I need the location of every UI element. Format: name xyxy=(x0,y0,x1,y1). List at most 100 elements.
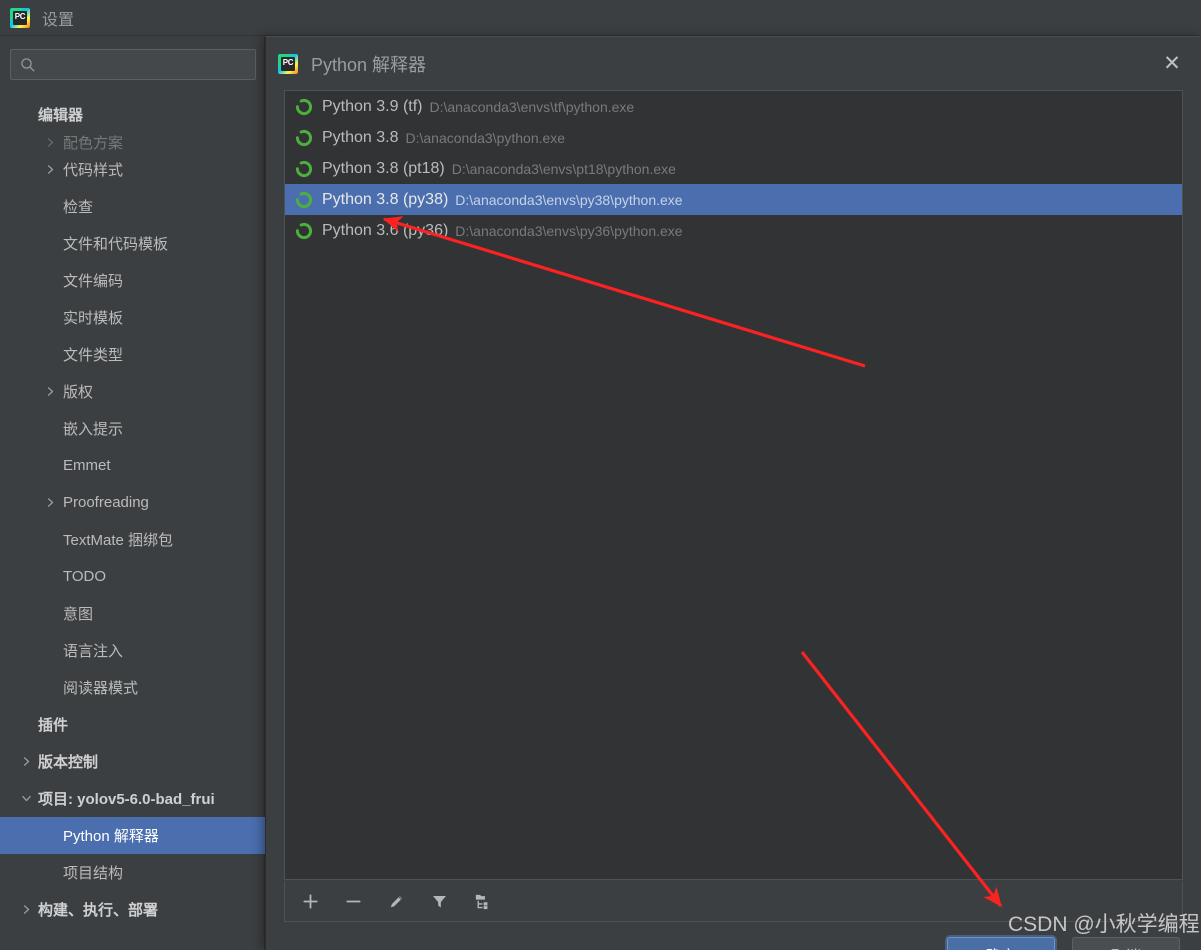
sidebar-item-label: 配色方案 xyxy=(63,134,124,152)
search-input[interactable] xyxy=(36,57,255,72)
chevron-right-icon[interactable] xyxy=(42,162,58,178)
conda-env-icon xyxy=(295,129,313,146)
conda-env-icon xyxy=(295,222,313,239)
sidebar-item-label: 编辑器 xyxy=(38,107,84,124)
sidebar-item[interactable]: TextMate 捆绑包 xyxy=(0,521,265,558)
sidebar-item[interactable]: 文件类型 xyxy=(0,336,265,373)
sidebar-item[interactable]: 文件和代码模板 xyxy=(0,225,265,262)
show-paths-tree-icon xyxy=(475,894,487,909)
settings-sidebar: 编辑器配色方案代码样式检查文件和代码模板 文件编码实时模板文件类型版权嵌入提示 Em… xyxy=(0,36,265,950)
edit-interpreter-button[interactable] xyxy=(383,888,409,914)
chevron-right-icon[interactable] xyxy=(18,754,34,770)
sidebar-item[interactable]: 版本控制 xyxy=(0,743,265,780)
remove-interpreter-button[interactable] xyxy=(340,888,366,914)
interpreter-name: Python 3.6 (py36) xyxy=(322,221,449,239)
add-interpreter-button[interactable] xyxy=(297,888,323,914)
dialog-title: Python 解释器 xyxy=(311,54,427,75)
interpreter-row-selected[interactable]: Python 3.8 (py38) D:\anaconda3\envs\py38\… xyxy=(285,184,1182,215)
interpreter-name: Python 3.8 xyxy=(322,128,399,146)
close-icon[interactable]: ✕ xyxy=(1158,49,1186,77)
sidebar-item[interactable]: 嵌入提示 xyxy=(0,410,265,447)
interpreter-path: D:\anaconda3\envs\py36\python.exe xyxy=(455,222,683,239)
sidebar-item[interactable]: 插件 xyxy=(0,706,265,743)
show-paths-button[interactable] xyxy=(469,888,495,914)
dialog-footer: 确定 取消 xyxy=(266,922,1201,950)
interpreter-path: D:\anaconda3\envs\tf\python.exe xyxy=(429,98,635,115)
conda-env-icon xyxy=(295,98,313,115)
conda-env-icon xyxy=(295,191,313,208)
sidebar-item[interactable]: 项目: yolov5-6.0-bad_frui xyxy=(0,780,265,817)
interpreter-path: D:\anaconda3\python.exe xyxy=(405,129,566,146)
interpreter-row[interactable]: Python 3.6 (py36) D:\anaconda3\envs\py36\… xyxy=(285,215,1182,246)
sidebar-item[interactable]: 意图 xyxy=(0,595,265,632)
python-interpreter-dialog: PC Python 解释器 ✕ Python 3.9 (tf) D:\anacon… xyxy=(265,36,1201,950)
interpreter-row[interactable]: Python 3.9 (tf) D:\anaconda3\envs\tf\pyth… xyxy=(285,91,1182,122)
sidebar-item-label: TextMate 捆绑包 xyxy=(63,532,174,549)
sidebar-item-label: 项目: yolov5-6.0-bad_frui xyxy=(38,791,215,808)
sidebar-item-label: 项目结构 xyxy=(63,865,124,882)
plus-icon xyxy=(302,893,318,909)
minus-icon xyxy=(345,900,361,902)
chevron-right-icon[interactable] xyxy=(18,902,34,918)
sidebar-item-label: Python 解释器 xyxy=(63,828,159,845)
pycharm-logo-icon: PC xyxy=(10,7,30,28)
interpreter-path: D:\anaconda3\envs\pt18\python.exe xyxy=(451,160,676,177)
pycharm-logo-icon: PC xyxy=(278,53,298,74)
sidebar-item-selected[interactable]: Python 解释器 xyxy=(0,817,265,854)
sidebar-item[interactable]: 语言注入 xyxy=(0,632,265,669)
sidebar-item[interactable]: TODO xyxy=(0,558,265,595)
dialog-header: PC Python 解释器 ✕ xyxy=(266,37,1201,90)
filter-button[interactable] xyxy=(426,888,452,914)
sidebar-item-label: 版权 xyxy=(63,384,94,401)
sidebar-item-label: Proofreading xyxy=(63,494,149,511)
sidebar-item[interactable]: Proofreading xyxy=(0,484,265,521)
sidebar-item-label: 语言注入 xyxy=(63,643,124,660)
sidebar-item[interactable]: 阅读器模式 xyxy=(0,669,265,706)
interpreter-row[interactable]: Python 3.8 D:\anaconda3\python.exe xyxy=(285,122,1182,153)
sidebar-item[interactable]: 检查 xyxy=(0,188,265,225)
sidebar-item[interactable]: Emmet xyxy=(0,447,265,484)
sidebar-item-label: 文件编码 xyxy=(63,273,124,290)
sidebar-item[interactable]: 代码样式 xyxy=(0,151,265,188)
ok-button[interactable]: 确定 xyxy=(947,937,1055,950)
sidebar-item-label: 插件 xyxy=(38,717,69,734)
chevron-right-icon[interactable] xyxy=(42,134,58,150)
sidebar-item[interactable]: 构建、执行、部署 xyxy=(0,891,265,928)
interpreter-path: D:\anaconda3\envs\py38\python.exe xyxy=(455,191,683,208)
chevron-right-icon[interactable] xyxy=(42,384,58,400)
sidebar-item-label: 意图 xyxy=(63,606,94,623)
search-icon xyxy=(21,57,35,72)
sidebar-item-label: 文件类型 xyxy=(63,347,124,364)
interpreter-list[interactable]: Python 3.9 (tf) D:\anaconda3\envs\tf\pyth… xyxy=(284,90,1183,880)
sidebar-item-label: 文件和代码模板 xyxy=(63,236,169,253)
sidebar-item-label: 检查 xyxy=(63,199,94,216)
sidebar-item-label: Emmet xyxy=(63,457,111,474)
search-box[interactable] xyxy=(10,49,256,80)
interpreter-name: Python 3.8 (py38) xyxy=(322,190,449,208)
cancel-button[interactable]: 取消 xyxy=(1072,937,1180,950)
sidebar-item-label: 阅读器模式 xyxy=(63,680,139,697)
sidebar-item[interactable]: 实时模板 xyxy=(0,299,265,336)
filter-icon xyxy=(432,895,446,908)
chevron-down-icon[interactable] xyxy=(18,791,34,807)
sidebar-item[interactable]: 编辑器 xyxy=(0,96,265,133)
sidebar-item-label: 代码样式 xyxy=(63,162,124,179)
sidebar-item-label: 实时模板 xyxy=(63,310,124,327)
sidebar-item-label: 版本控制 xyxy=(38,754,99,771)
screen-root: PC 设置 编辑器配色方案代码样式检查文件和代码模板 文件编码实时模板文件类型版权… xyxy=(0,0,1201,950)
sidebar-item-label: 嵌入提示 xyxy=(63,421,124,438)
sidebar-item[interactable]: 配色方案 xyxy=(0,133,265,151)
sidebar-item-label: TODO xyxy=(63,568,107,585)
window-title: 设置 xyxy=(42,11,75,29)
sidebar-item[interactable]: 文件编码 xyxy=(0,262,265,299)
interpreter-name: Python 3.8 (pt18) xyxy=(322,159,445,177)
interpreter-toolbar xyxy=(284,881,1183,922)
interpreter-row[interactable]: Python 3.8 (pt18) D:\anaconda3\envs\pt18\… xyxy=(285,153,1182,184)
interpreter-name: Python 3.9 (tf) xyxy=(322,97,423,115)
conda-env-icon xyxy=(295,160,313,177)
pencil-icon xyxy=(390,895,402,907)
window-title-bar: PC 设置 xyxy=(0,0,1201,36)
sidebar-item[interactable]: 项目结构 xyxy=(0,854,265,891)
sidebar-item[interactable]: 版权 xyxy=(0,373,265,410)
chevron-right-icon[interactable] xyxy=(42,495,58,511)
